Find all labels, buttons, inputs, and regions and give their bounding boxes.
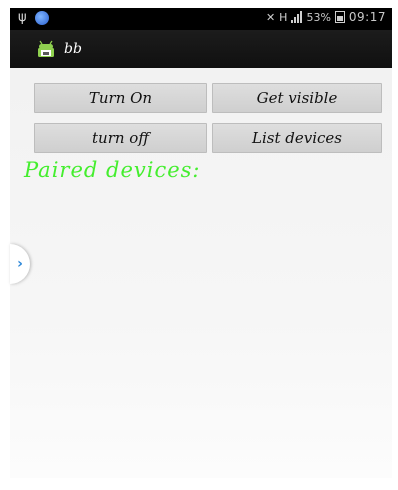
- android-icon: [36, 39, 56, 59]
- app-screen: ψ ✕ H 53% 09:17 bb Turn On Get visible t…: [0, 0, 398, 490]
- usb-icon: ψ: [18, 10, 27, 25]
- turn-on-button[interactable]: Turn On: [34, 83, 207, 113]
- status-bar-right: ✕ H 53% 09:17: [266, 10, 386, 24]
- app-title: bb: [64, 41, 82, 57]
- status-bar: ψ ✕ H 53% 09:17: [10, 8, 392, 30]
- battery-icon: [334, 11, 345, 23]
- status-time: 09:17: [348, 10, 386, 24]
- action-bar: bb: [10, 30, 392, 68]
- list-devices-button[interactable]: List devices: [212, 123, 382, 153]
- main-content: Turn On Get visible turn off List device…: [10, 68, 392, 478]
- chevron-right-icon: ›: [17, 256, 23, 272]
- battery-percent: 53%: [306, 10, 331, 24]
- signal-strength-icon: [291, 11, 303, 23]
- silent-mode-icon: ✕: [265, 10, 276, 24]
- network-type-label: H: [279, 10, 288, 24]
- paired-devices-label: Paired devices:: [24, 158, 201, 182]
- status-bar-left: ψ: [18, 10, 49, 25]
- turn-off-button[interactable]: turn off: [34, 123, 207, 153]
- notification-app-icon: [34, 10, 49, 25]
- get-visible-button[interactable]: Get visible: [212, 83, 382, 113]
